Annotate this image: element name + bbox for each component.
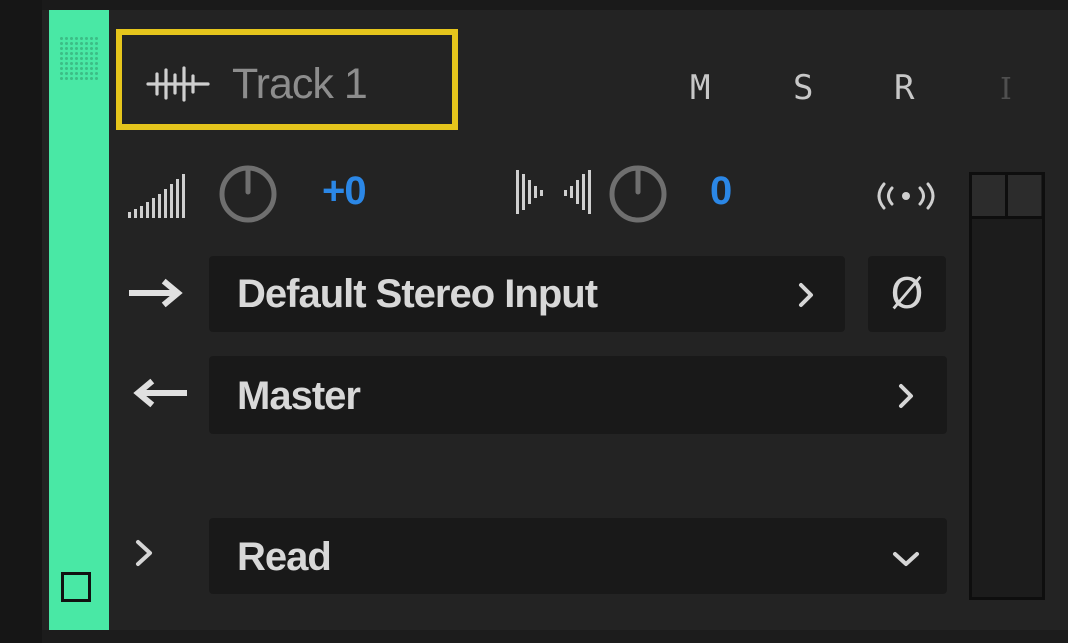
track-header-panel: Track 1 M S R I +0 0 Default Stereo Inpu… — [0, 0, 1068, 643]
volume-knob[interactable] — [218, 164, 278, 224]
input-dropdown[interactable]: Default Stereo Input — [209, 256, 845, 332]
chevron-down-icon — [893, 552, 919, 566]
input-dropdown-label: Default Stereo Input — [237, 272, 598, 316]
mute-button[interactable]: M — [690, 68, 710, 108]
level-meter — [969, 172, 1045, 600]
track-select-checkbox[interactable] — [61, 572, 91, 602]
arrow-right-icon — [129, 278, 183, 308]
meter-peak-indicator[interactable] — [972, 175, 1042, 219]
track-color-strip[interactable] — [49, 10, 109, 630]
broadcast-icon[interactable] — [870, 178, 942, 214]
record-arm-button[interactable]: R — [894, 68, 914, 108]
pan-bars-icon — [516, 170, 591, 214]
expand-chevron-icon[interactable] — [132, 536, 156, 570]
phase-invert-label: Ø — [890, 269, 924, 318]
track-name[interactable]: Track 1 — [232, 58, 368, 110]
volume-value[interactable]: +0 — [322, 166, 367, 216]
solo-button[interactable]: S — [793, 68, 813, 108]
panel-bottom-edge — [42, 630, 1068, 643]
drag-grip-icon[interactable] — [59, 36, 99, 82]
automation-mode-label: Read — [237, 535, 332, 579]
pan-knob[interactable] — [608, 164, 668, 224]
chevron-right-icon — [899, 384, 913, 408]
waveform-icon — [146, 66, 210, 102]
output-dropdown-label: Master — [237, 374, 361, 418]
input-monitor-button[interactable]: I — [1000, 70, 1012, 110]
phase-invert-button[interactable]: Ø — [868, 256, 946, 332]
automation-mode-dropdown[interactable]: Read — [209, 518, 947, 594]
pan-value[interactable]: 0 — [710, 166, 732, 216]
volume-bars-icon — [128, 174, 185, 218]
meter-peak-left[interactable] — [972, 175, 1008, 216]
output-dropdown[interactable]: Master — [209, 356, 947, 434]
left-frame — [0, 0, 42, 643]
meter-peak-right[interactable] — [1008, 175, 1041, 216]
arrow-left-icon — [133, 378, 187, 408]
chevron-right-icon — [799, 283, 813, 307]
panel-top-edge — [42, 0, 1068, 10]
